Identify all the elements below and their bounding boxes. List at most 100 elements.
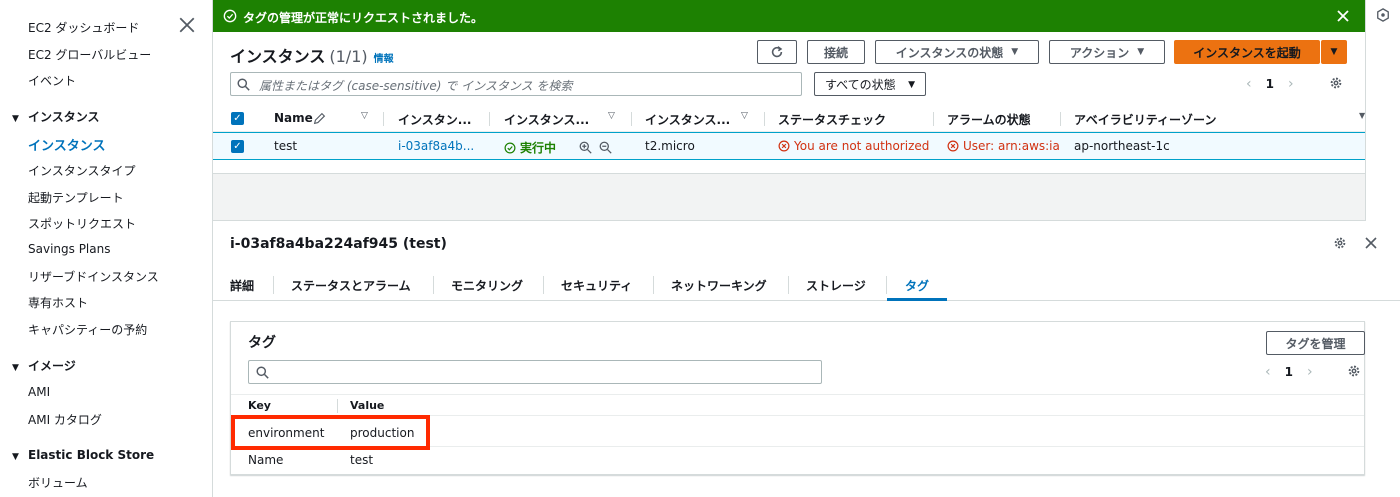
col-instance-type[interactable]: インスタンス...	[645, 111, 730, 128]
tags-table-header: Key Value	[231, 394, 1364, 416]
zoom-in-icon[interactable]	[579, 141, 592, 154]
sidebar-item-capacity[interactable]: キャパシティーの予約	[28, 321, 147, 338]
sidebar-item-instance-types[interactable]: インスタンスタイプ	[28, 162, 136, 179]
gear-icon[interactable]	[1329, 76, 1343, 90]
sort-icon[interactable]: ▽	[741, 111, 748, 121]
tab-networking[interactable]: ネットワーキング	[671, 277, 767, 294]
caret-down-icon: ▼	[12, 452, 19, 462]
launch-instance-button[interactable]: インスタンスを起動	[1174, 40, 1320, 64]
column-divider	[383, 112, 384, 126]
zoom-out-icon[interactable]	[599, 141, 612, 154]
launch-dropdown-button[interactable]: ▼	[1321, 40, 1347, 64]
select-all-checkbox[interactable]: ✓	[231, 112, 244, 125]
table-row: environment production	[231, 415, 1364, 450]
caret-down-icon: ▼	[1137, 47, 1145, 57]
column-divider	[489, 112, 490, 126]
sidebar-item-launch-templates[interactable]: 起動テンプレート	[28, 189, 124, 206]
sidebar-section-ebs[interactable]: ▼ Elastic Block Store	[12, 448, 154, 462]
sidebar-item-spot-requests[interactable]: スポットリクエスト	[28, 215, 136, 232]
connect-button[interactable]: 接続	[807, 40, 865, 64]
info-link[interactable]: 情報	[374, 54, 394, 65]
col-alarm-status[interactable]: アラームの状態	[947, 111, 1031, 128]
tab-status-alarms[interactable]: ステータスとアラーム	[291, 277, 411, 294]
column-divider	[933, 112, 934, 126]
col-availability-zone[interactable]: アベイラビリティーゾーン	[1074, 111, 1216, 128]
details-tabs: 詳細 ステータスとアラーム モニタリング セキュリティ ネットワーキング ストレ…	[213, 271, 1400, 301]
sidebar-item-dedicated-hosts[interactable]: 専有ホスト	[28, 294, 88, 311]
sidebar-item-reserved[interactable]: リザーブドインスタンス	[28, 268, 159, 285]
close-icon[interactable]	[1363, 235, 1379, 251]
column-divider	[631, 112, 632, 126]
column-divider	[1060, 112, 1061, 126]
row-checkbox[interactable]: ✓	[231, 140, 244, 153]
cell-instance-type: t2.micro	[645, 139, 695, 153]
tab-security[interactable]: セキュリティ	[561, 277, 632, 294]
page-number[interactable]: 1	[1266, 77, 1274, 91]
actions-button[interactable]: アクション ▼	[1049, 40, 1165, 64]
tab-details[interactable]: 詳細	[230, 277, 254, 294]
sidebar-section-instances[interactable]: ▼ インスタンス	[12, 108, 100, 125]
table-header: ✓ Name ▽ インスタン... インスタンス... ▽ インスタンス... …	[213, 104, 1365, 132]
close-icon[interactable]	[178, 16, 196, 34]
tags-pagination: ‹ 1 ›	[1265, 364, 1313, 380]
col-name[interactable]: Name	[274, 111, 313, 125]
col-key: Key	[248, 399, 271, 412]
caret-down-icon: ▼	[908, 80, 915, 90]
chevron-right-icon[interactable]: ›	[1307, 364, 1313, 380]
cell-status-check: You are not authorized t	[778, 139, 930, 153]
search-icon	[256, 366, 269, 379]
page-number[interactable]: 1	[1285, 365, 1293, 379]
col-value: Value	[350, 399, 385, 412]
col-instance-state[interactable]: インスタンス...	[504, 111, 589, 128]
instance-search-input[interactable]: 属性またはタグ (case-sensitive) で インスタンス を検索	[230, 72, 802, 96]
sidebar-item-ami[interactable]: AMI	[28, 385, 50, 399]
caret-down-icon: ▼	[1011, 47, 1019, 57]
state-filter-select[interactable]: すべての状態 ▼	[814, 72, 926, 96]
pagination: ‹ 1 ›	[1246, 76, 1294, 92]
sidebar-section-images[interactable]: ▼ イメージ	[12, 357, 76, 374]
sort-icon[interactable]: ▽	[608, 111, 615, 121]
table-row[interactable]: ✓ test i-03af8a4b... 実行中 t2.micro You ar…	[213, 132, 1365, 160]
check-circle-icon	[504, 142, 516, 154]
help-icon[interactable]	[1376, 8, 1390, 22]
sidebar-item-instances[interactable]: インスタンス	[28, 135, 105, 154]
refresh-button[interactable]	[757, 40, 797, 64]
sidebar-item-dashboard[interactable]: EC2 ダッシュボード	[28, 19, 139, 36]
tab-monitoring[interactable]: モニタリング	[451, 277, 523, 294]
col-instance-id[interactable]: インスタン...	[398, 111, 471, 128]
tab-tags[interactable]: タグ	[905, 277, 929, 294]
cell-instance-id[interactable]: i-03af8a4b...	[398, 139, 474, 153]
tab-storage[interactable]: ストレージ	[806, 277, 866, 294]
tab-divider	[788, 276, 789, 294]
sort-icon[interactable]: ▼	[1359, 111, 1365, 120]
sort-icon[interactable]: ▽	[361, 111, 368, 121]
col-status-check[interactable]: ステータスチェック	[778, 111, 886, 128]
tab-divider	[543, 276, 544, 294]
chevron-left-icon[interactable]: ‹	[1246, 76, 1252, 92]
manage-tags-button[interactable]: タグを管理	[1266, 331, 1365, 355]
close-icon[interactable]	[1335, 8, 1351, 24]
sidebar-item-savings-plans[interactable]: Savings Plans	[28, 242, 110, 256]
sidebar-item-volumes[interactable]: ボリューム	[28, 474, 88, 491]
search-placeholder: 属性またはタグ (case-sensitive) で インスタンス を検索	[259, 79, 573, 93]
chevron-left-icon[interactable]: ‹	[1265, 364, 1271, 380]
column-divider	[764, 112, 765, 126]
caret-down-icon: ▼	[12, 363, 19, 373]
tag-value: production	[350, 426, 415, 440]
sidebar-item-ami-catalog[interactable]: AMI カタログ	[28, 411, 102, 428]
instance-state-button[interactable]: インスタンスの状態 ▼	[875, 40, 1039, 64]
gear-icon[interactable]	[1347, 364, 1361, 378]
tab-divider	[433, 276, 434, 294]
table-row: Name test	[231, 447, 1364, 474]
chevron-right-icon[interactable]: ›	[1288, 76, 1294, 92]
details-title: i-03af8a4ba224af945 (test)	[230, 236, 447, 252]
sidebar: EC2 ダッシュボード EC2 グローバルビュー イベント ▼ インスタンス イン…	[0, 0, 213, 497]
gear-icon[interactable]	[1333, 236, 1347, 250]
active-tab-indicator	[887, 298, 947, 301]
sidebar-item-events[interactable]: イベント	[28, 72, 76, 89]
tab-divider	[886, 276, 887, 294]
cell-availability-zone: ap-northeast-1c	[1074, 139, 1170, 153]
sidebar-item-global-view[interactable]: EC2 グローバルビュー	[28, 46, 151, 63]
instances-panel: インスタンス (1/1) 情報 接続 インスタンスの状態 ▼ アクション ▼ インスタン…	[213, 32, 1365, 173]
tag-search-input[interactable]	[248, 360, 822, 384]
